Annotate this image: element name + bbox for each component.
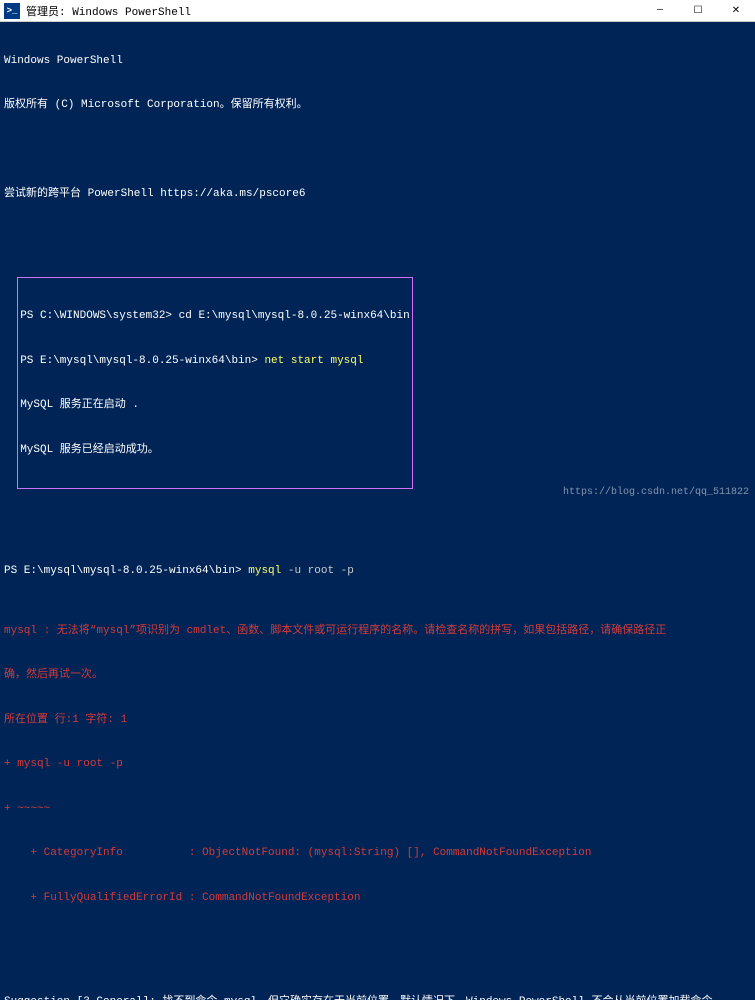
titlebar: >_ 管理员: Windows PowerShell — ☐ ✕ bbox=[0, 0, 755, 22]
console-line: 尝试新的跨平台 PowerShell https://aka.ms/pscore… bbox=[4, 187, 751, 202]
blank-line bbox=[4, 520, 751, 535]
blank-line bbox=[4, 232, 751, 247]
error-line: 所在位置 行:1 字符: 1 bbox=[4, 713, 751, 728]
minimize-button[interactable]: — bbox=[641, 0, 679, 22]
close-button[interactable]: ✕ bbox=[717, 0, 755, 22]
error-line: + ~~~~~ bbox=[4, 802, 751, 817]
window-controls: — ☐ ✕ bbox=[641, 0, 755, 22]
console-line: 版权所有 (C) Microsoft Corporation。保留所有权利。 bbox=[4, 98, 751, 113]
error-line: + FullyQualifiedErrorId : CommandNotFoun… bbox=[4, 891, 751, 906]
error-line: + CategoryInfo : ObjectNotFound: (mysql:… bbox=[4, 846, 751, 861]
blank-line bbox=[4, 143, 751, 158]
suggestion-line: Suggestion [3,General]: 找不到命令 mysql，但它确实… bbox=[4, 995, 751, 1000]
error-line: + mysql -u root -p bbox=[4, 757, 751, 772]
powershell-icon: >_ bbox=[4, 3, 20, 19]
blank-line bbox=[4, 935, 751, 950]
error-line: mysql : 无法将“mysql”项识别为 cmdlet、函数、脚本文件或可运… bbox=[4, 624, 751, 639]
error-line: 确，然后再试一次。 bbox=[4, 668, 751, 683]
console-line: PS C:\WINDOWS\system32> cd E:\mysql\mysq… bbox=[20, 309, 409, 324]
highlight-box-cd-netstart: PS C:\WINDOWS\system32> cd E:\mysql\mysq… bbox=[17, 277, 412, 489]
console-line: Windows PowerShell bbox=[4, 54, 751, 69]
maximize-button[interactable]: ☐ bbox=[679, 0, 717, 22]
console-line: MySQL 服务正在启动 . bbox=[20, 398, 409, 413]
console-line: PS E:\mysql\mysql-8.0.25-winx64\bin> net… bbox=[20, 354, 409, 369]
terminal-output[interactable]: Windows PowerShell 版权所有 (C) Microsoft Co… bbox=[0, 22, 755, 1000]
console-line: MySQL 服务已经启动成功。 bbox=[20, 443, 409, 458]
console-line: PS E:\mysql\mysql-8.0.25-winx64\bin> mys… bbox=[4, 564, 751, 579]
watermark: https://blog.csdn.net/qq_511822 bbox=[563, 487, 749, 498]
window-title: 管理员: Windows PowerShell bbox=[24, 3, 641, 19]
